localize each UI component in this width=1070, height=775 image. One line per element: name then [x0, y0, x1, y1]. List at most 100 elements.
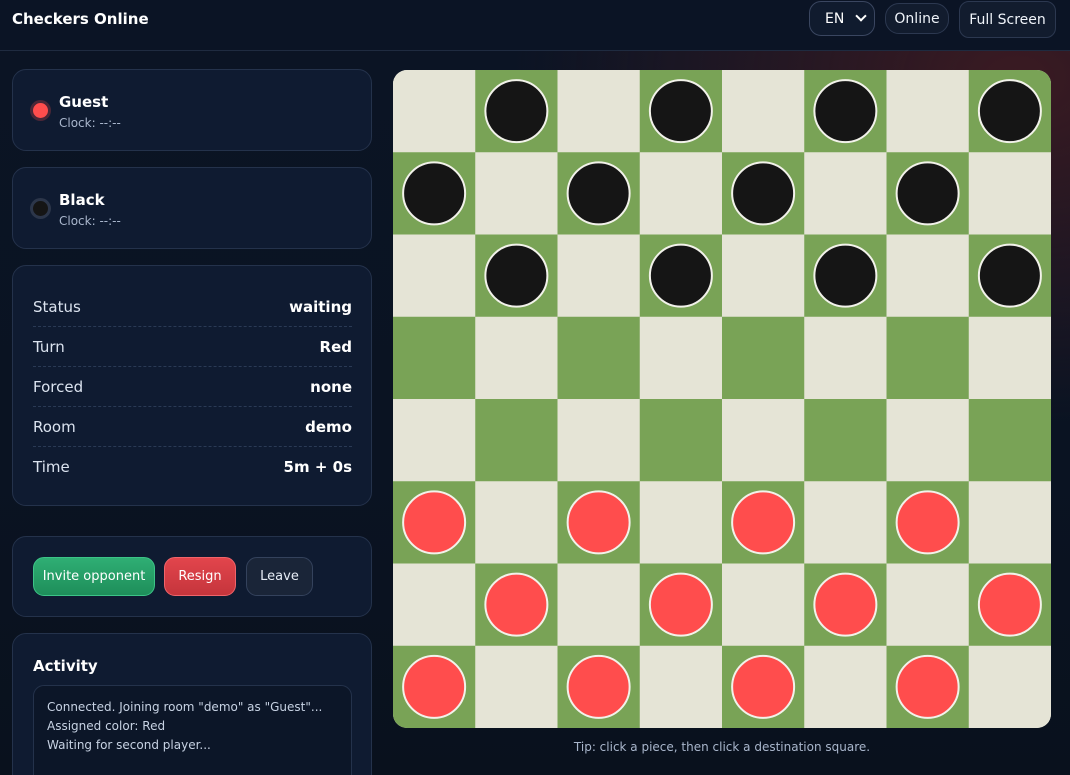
board-square[interactable]: [475, 316, 558, 400]
board-square[interactable]: [475, 152, 558, 235]
forced-key: Forced: [33, 377, 84, 396]
board-square[interactable]: [968, 152, 1051, 235]
time-key: Time: [33, 458, 70, 476]
board-square[interactable]: [722, 399, 805, 482]
status-row: Forced none: [33, 367, 352, 407]
board-square[interactable]: [886, 234, 970, 318]
black-piece[interactable]: [484, 243, 549, 308]
red-piece[interactable]: [402, 490, 467, 555]
black-piece[interactable]: [648, 79, 713, 144]
activity-log[interactable]: Connected. Joining room "demo" as "Guest…: [33, 685, 352, 775]
black-piece[interactable]: [977, 79, 1042, 144]
top-bar: Checkers Online EN Online Full Screen: [0, 0, 1070, 51]
board-square[interactable]: [557, 234, 641, 318]
language-value: EN: [825, 10, 845, 27]
board-square[interactable]: [475, 399, 558, 482]
board-square[interactable]: [722, 70, 805, 153]
status-value: waiting: [289, 297, 352, 316]
board-square[interactable]: [639, 399, 723, 482]
red-piece[interactable]: [648, 572, 713, 637]
red-piece[interactable]: [566, 490, 631, 555]
board-square[interactable]: [557, 563, 641, 647]
forced-value: none: [310, 377, 352, 396]
board-square[interactable]: [393, 563, 476, 647]
black-piece[interactable]: [648, 243, 713, 308]
board-square[interactable]: [804, 481, 887, 564]
board-square[interactable]: [639, 316, 723, 400]
board-square[interactable]: [968, 316, 1051, 400]
black-piece[interactable]: [484, 79, 549, 144]
fullscreen-button[interactable]: Full Screen: [959, 1, 1056, 38]
board-square[interactable]: [393, 399, 476, 482]
board-square[interactable]: [639, 152, 723, 235]
app-title: Checkers Online: [12, 10, 149, 28]
online-button[interactable]: Online: [885, 3, 949, 34]
board-square[interactable]: [804, 316, 887, 400]
black-piece[interactable]: [566, 161, 631, 226]
player-name: Black: [59, 191, 105, 209]
status-row: Turn Red: [33, 327, 352, 367]
red-piece[interactable]: [731, 490, 796, 555]
board-square[interactable]: [722, 563, 805, 647]
turn-key: Turn: [33, 337, 65, 356]
board-square[interactable]: [804, 152, 887, 235]
log-line: Waiting for second player...: [47, 738, 211, 752]
red-piece[interactable]: [566, 654, 631, 719]
log-line: Assigned color: Red: [47, 719, 166, 733]
board-square[interactable]: [393, 70, 476, 153]
board-square[interactable]: [639, 645, 723, 728]
log-line: Connected. Joining room "demo" as "Guest…: [47, 700, 323, 714]
room-key: Room: [33, 417, 76, 436]
status-row: Status waiting: [33, 287, 352, 327]
board-square[interactable]: [968, 645, 1051, 728]
board-square[interactable]: [804, 645, 887, 728]
black-piece[interactable]: [895, 161, 960, 226]
board-square[interactable]: [722, 316, 805, 400]
board-square[interactable]: [886, 70, 970, 153]
time-value: 5m + 0s: [283, 458, 352, 476]
board-square[interactable]: [639, 481, 723, 564]
player-name: Guest: [59, 93, 109, 111]
board-square[interactable]: [886, 563, 970, 647]
board-square[interactable]: [886, 316, 970, 400]
resign-button[interactable]: Resign: [164, 557, 236, 596]
turn-value: Red: [319, 337, 352, 356]
red-piece[interactable]: [731, 654, 796, 719]
board-square[interactable]: [475, 481, 558, 564]
player-card-black: Black Clock: --:--: [12, 167, 372, 249]
status-row: Room demo: [33, 407, 352, 447]
red-piece[interactable]: [977, 572, 1042, 637]
board-square[interactable]: [968, 399, 1051, 482]
black-piece[interactable]: [813, 243, 878, 308]
leave-button[interactable]: Leave: [246, 557, 313, 596]
board-square[interactable]: [557, 70, 641, 153]
black-piece[interactable]: [731, 161, 796, 226]
black-piece[interactable]: [813, 79, 878, 144]
board-square[interactable]: [722, 234, 805, 318]
status-row: Time 5m + 0s: [33, 447, 352, 487]
board-square[interactable]: [886, 399, 970, 482]
red-piece[interactable]: [402, 654, 467, 719]
board-square[interactable]: [475, 645, 558, 728]
red-piece[interactable]: [895, 490, 960, 555]
board-square[interactable]: [557, 399, 641, 482]
board-square[interactable]: [557, 316, 641, 400]
player-card-red: Guest Clock: --:--: [12, 69, 372, 151]
red-piece[interactable]: [813, 572, 878, 637]
board-square[interactable]: [393, 316, 476, 400]
red-player-dot-icon: [33, 103, 48, 118]
activity-panel: Activity Connected. Joining room "demo" …: [12, 633, 372, 775]
board-square[interactable]: [804, 399, 887, 482]
black-piece[interactable]: [977, 243, 1042, 308]
invite-opponent-button[interactable]: Invite opponent: [33, 557, 155, 596]
status-key: Status: [33, 297, 81, 316]
board-svg[interactable]: [393, 70, 1051, 728]
black-piece[interactable]: [402, 161, 467, 226]
red-piece[interactable]: [484, 572, 549, 637]
actions-panel: Invite opponent Resign Leave: [12, 536, 372, 617]
language-select[interactable]: EN: [809, 1, 875, 36]
checkers-board[interactable]: [393, 70, 1051, 728]
board-square[interactable]: [968, 481, 1051, 564]
board-square[interactable]: [393, 234, 476, 318]
red-piece[interactable]: [895, 654, 960, 719]
